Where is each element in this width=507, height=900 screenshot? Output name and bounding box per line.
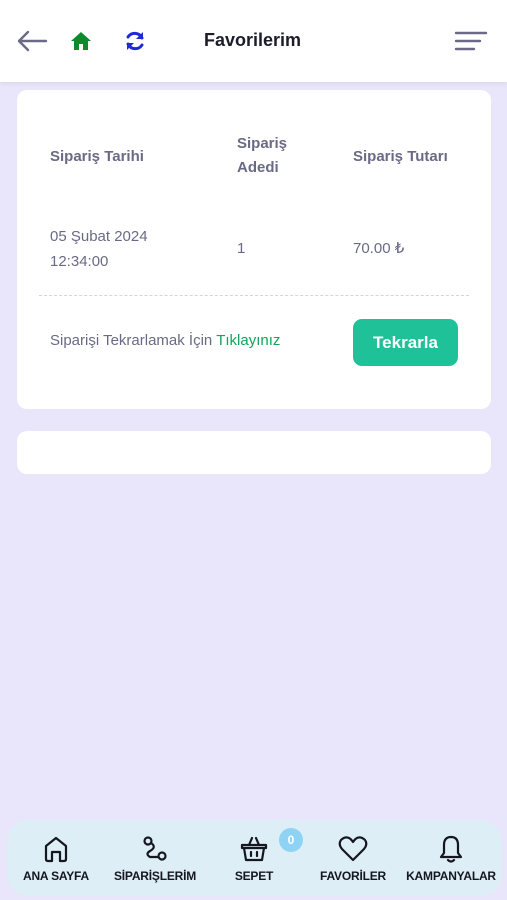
- dashed-divider: [39, 295, 469, 296]
- order-time: 12:34:00: [50, 253, 109, 270]
- refresh-button[interactable]: [120, 26, 150, 56]
- repeat-order-button[interactable]: Tekrarla: [353, 319, 458, 366]
- nav-item-favorites[interactable]: FAVORİLER: [311, 820, 395, 896]
- heart-icon: [338, 836, 368, 862]
- nav-label-cart: SEPET: [234, 869, 274, 883]
- cart-count-badge: 0: [279, 828, 303, 852]
- column-header-total: Sipariş Tutarı: [353, 148, 448, 165]
- bottom-navigation: ANA SAYFA SİPARİŞLERİM SEPET 0 FAVORİLER…: [7, 820, 502, 896]
- app-header: Favorilerim: [0, 0, 507, 82]
- nav-label-campaigns: KAMPANYALAR: [406, 869, 496, 883]
- nav-label-orders: SİPARİŞLERİM: [113, 869, 197, 883]
- nav-label-favorites: FAVORİLER: [320, 869, 386, 883]
- nav-item-campaigns[interactable]: KAMPANYALAR: [401, 820, 501, 896]
- basket-icon: [240, 836, 268, 862]
- route-icon: [143, 836, 167, 861]
- nav-item-orders[interactable]: SİPARİŞLERİM: [107, 820, 203, 896]
- arrow-left-icon: [17, 30, 48, 52]
- order-count: 1: [237, 240, 246, 257]
- column-header-count: Sipariş Adedi: [237, 135, 288, 176]
- nav-label-home: ANA SAYFA: [23, 869, 89, 883]
- order-date-cell: 05 Şubat 2024 12:34:00: [50, 224, 180, 274]
- empty-card: [17, 431, 491, 474]
- repeat-order-label: Siparişi Tekrarlamak İçin: [50, 332, 213, 349]
- nav-item-home[interactable]: ANA SAYFA: [15, 820, 97, 896]
- order-date: 05 Şubat 2024: [50, 228, 148, 245]
- refresh-icon: [126, 31, 144, 51]
- home-button[interactable]: [66, 26, 96, 56]
- home-outline-icon: [44, 836, 68, 863]
- column-header-date: Sipariş Tarihi: [50, 148, 144, 165]
- menu-icon: [454, 31, 488, 51]
- order-card: Sipariş Tarihi Sipariş Adedi Sipariş Tut…: [17, 90, 491, 409]
- repeat-order-link[interactable]: Tıklayınız: [216, 332, 280, 349]
- home-icon: [71, 32, 91, 50]
- menu-button[interactable]: [450, 24, 492, 58]
- back-button[interactable]: [14, 24, 50, 58]
- repeat-order-text: Siparişi Tekrarlamak İçin Tıklayınız: [50, 332, 280, 349]
- page-title: Favorilerim: [203, 30, 302, 50]
- bell-icon: [439, 835, 463, 863]
- order-total: 70.00 ₺: [353, 240, 405, 257]
